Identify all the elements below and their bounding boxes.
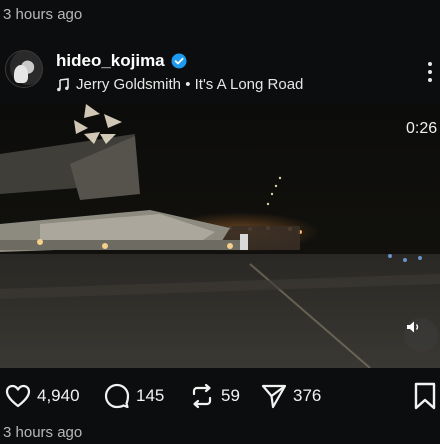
username-row[interactable]: hideo_kojima (56, 51, 187, 71)
comment-count: 145 (136, 386, 165, 405)
post-header: hideo_kojima Jerry Goldsmith • It's A Lo… (0, 42, 440, 98)
comment-bubble-icon (104, 383, 130, 409)
repost-icon (192, 383, 212, 409)
avatar[interactable] (5, 50, 43, 88)
comment-button[interactable]: 145 (103, 380, 164, 412)
video-player[interactable]: 0:26 (0, 104, 440, 368)
timestamp-top: 3 hours ago (3, 6, 83, 23)
like-button[interactable]: 4,940 (4, 380, 80, 412)
like-count: 4,940 (37, 386, 80, 405)
music-attribution[interactable]: Jerry Goldsmith • It's A Long Road (56, 76, 303, 93)
repost-count: 59 (221, 386, 240, 405)
action-bar: 4,940 145 59 376 (0, 380, 440, 412)
send-icon (261, 384, 287, 409)
share-count: 376 (293, 386, 322, 405)
music-label: Jerry Goldsmith • It's A Long Road (76, 76, 304, 93)
more-options-icon[interactable] (420, 58, 440, 86)
music-note-icon (57, 77, 69, 91)
share-button[interactable]: 376 (260, 380, 321, 412)
timestamp-bottom: 3 hours ago (3, 424, 83, 441)
verified-badge-icon (171, 53, 187, 69)
heart-icon (5, 384, 31, 408)
mute-button[interactable] (404, 318, 438, 352)
video-duration: 0:26 (406, 120, 438, 137)
repost-button[interactable]: 59 (188, 380, 240, 412)
bookmark-icon[interactable] (412, 382, 438, 410)
username[interactable]: hideo_kojima (56, 51, 165, 71)
speaker-icon (407, 321, 419, 333)
video-frame (0, 104, 440, 368)
